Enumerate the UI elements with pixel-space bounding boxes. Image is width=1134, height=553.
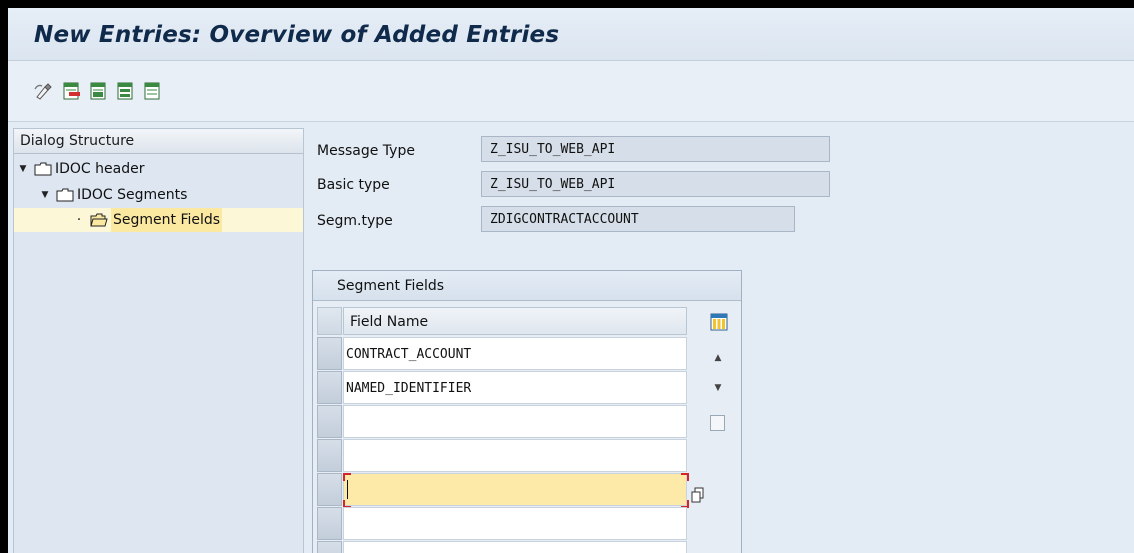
tree-item-idoc-header[interactable]: ▼ IDOC header — [18, 157, 145, 181]
page-title: New Entries: Overview of Added Entries — [34, 22, 560, 48]
tree-item-label: IDOC Segments — [77, 187, 188, 203]
tree-item-segment-fields[interactable]: · Segment Fields — [14, 208, 303, 232]
focus-corner — [343, 473, 351, 481]
table-row[interactable] — [343, 405, 687, 438]
application-toolbar — [8, 61, 1134, 122]
focus-corner — [681, 473, 689, 481]
message-type-field[interactable]: Z_ISU_TO_WEB_API — [481, 136, 830, 162]
folder-icon — [34, 162, 52, 176]
segm-type-label: Segm.type — [317, 213, 393, 229]
expand-arrow-icon[interactable]: ▼ — [18, 157, 28, 181]
row-selector[interactable] — [317, 371, 342, 404]
row-selector[interactable] — [317, 541, 342, 553]
segment-fields-table: Segment Fields Field Name CONTRACT_ACCOU… — [312, 270, 742, 553]
column-header-field-name[interactable]: Field Name — [343, 307, 687, 335]
vertical-scrollbar[interactable]: ▲ ▼ — [707, 345, 729, 553]
deselect-all-button[interactable] — [142, 81, 162, 101]
text-cursor — [347, 480, 348, 499]
row-selector[interactable] — [317, 405, 342, 438]
change-display-icon — [34, 83, 52, 100]
deselect-all-icon — [144, 82, 160, 100]
row-selector[interactable] — [317, 337, 342, 370]
scroll-down-icon[interactable]: ▼ — [709, 383, 727, 397]
title-bar: New Entries: Overview of Added Entries — [8, 8, 1134, 61]
delete-row-button[interactable] — [61, 81, 81, 101]
tree-item-label: Segment Fields — [111, 208, 223, 232]
value-help-icon[interactable] — [691, 487, 705, 503]
sap-window: New Entries: Overview of Added Entries D… — [8, 8, 1134, 553]
select-all-rows-button[interactable] — [317, 307, 342, 335]
leaf-bullet-icon: · — [76, 212, 82, 228]
table-row[interactable] — [343, 439, 687, 472]
scroll-up-icon[interactable]: ▲ — [709, 353, 727, 367]
expand-arrow-icon[interactable]: ▼ — [40, 183, 50, 207]
open-folder-icon — [90, 213, 108, 227]
delete-row-icon — [63, 82, 80, 100]
basic-type-label: Basic type — [317, 177, 390, 193]
select-all-icon — [117, 82, 133, 100]
table-row[interactable]: NAMED_IDENTIFIER — [343, 371, 687, 404]
folder-icon — [56, 188, 74, 202]
table-row[interactable]: CONTRACT_ACCOUNT — [343, 337, 687, 370]
basic-type-field[interactable]: Z_ISU_TO_WEB_API — [481, 171, 830, 197]
copy-as-icon — [90, 82, 106, 100]
row-selector[interactable] — [317, 507, 342, 540]
table-row[interactable] — [343, 507, 687, 540]
select-all-button[interactable] — [115, 81, 135, 101]
dialog-structure-panel: Dialog Structure ▼ IDOC header ▼ IDOC Se… — [13, 128, 304, 553]
message-type-label: Message Type — [317, 143, 415, 159]
row-selector[interactable] — [317, 439, 342, 472]
table-row-active-input[interactable] — [343, 473, 687, 506]
table-settings-icon[interactable] — [710, 313, 728, 331]
tree-item-idoc-segments[interactable]: ▼ IDOC Segments — [40, 183, 188, 207]
scroll-thumb[interactable] — [710, 415, 725, 431]
dialog-structure-title: Dialog Structure — [14, 129, 303, 154]
segm-type-field[interactable]: ZDIGCONTRACTACCOUNT — [481, 206, 795, 232]
table-title: Segment Fields — [313, 271, 741, 301]
table-row[interactable] — [343, 541, 687, 553]
tree-item-label: IDOC header — [55, 161, 145, 177]
change-display-button[interactable] — [34, 81, 54, 101]
copy-as-button[interactable] — [88, 81, 108, 101]
row-selector[interactable] — [317, 473, 342, 506]
